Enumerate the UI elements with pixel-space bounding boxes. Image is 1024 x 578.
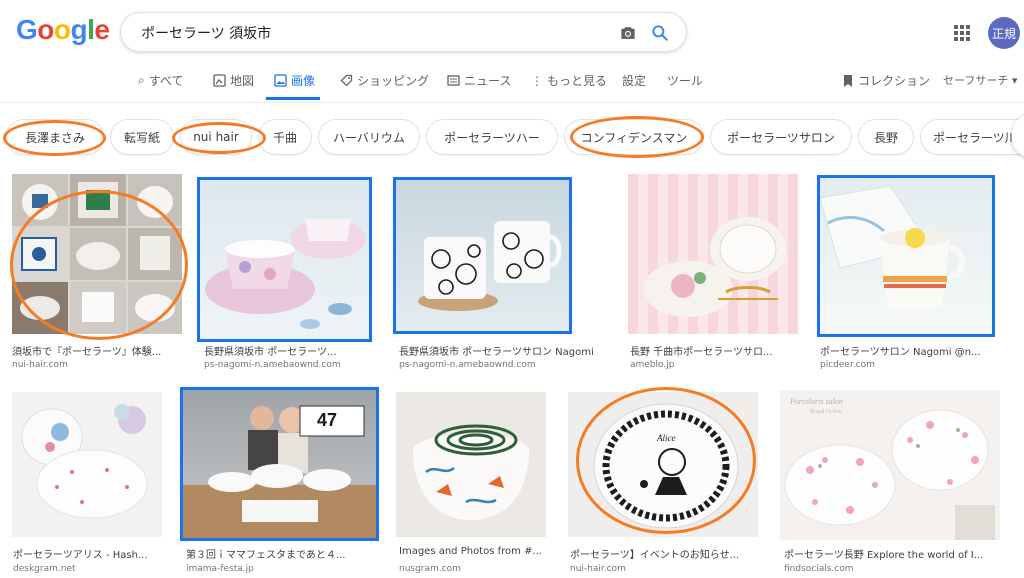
- tab-news[interactable]: ニュース: [447, 72, 511, 89]
- camera-icon[interactable]: [618, 23, 638, 43]
- result-source: ameblo.jp: [630, 360, 675, 370]
- tab-more[interactable]: ⋮ もっと見る: [531, 72, 607, 89]
- result-image[interactable]: Porcelarts salon Royal Ochou: [780, 390, 1000, 540]
- search-icon[interactable]: [650, 23, 670, 43]
- chip[interactable]: nui hair: [180, 119, 252, 155]
- result-caption[interactable]: ポーセラーツ】イベントのお知らせ...: [570, 546, 760, 561]
- chip[interactable]: 千曲: [258, 119, 312, 155]
- bowl-photo: [643, 217, 786, 317]
- tab-label: もっと見る: [547, 74, 608, 88]
- logo-letter: G: [16, 14, 38, 45]
- collection-label: コレクション: [858, 74, 931, 88]
- result-image[interactable]: [820, 178, 992, 334]
- alice-plate-photo: [593, 403, 739, 529]
- result-caption[interactable]: 須坂市で『ポーセラーツ』体験...: [12, 343, 182, 358]
- tab-label: 地図: [230, 74, 255, 88]
- result-caption[interactable]: 長野県須坂市 ポーセラーツサロン Nagomi: [399, 343, 599, 358]
- result-source: picdeer.com: [820, 360, 875, 370]
- chip[interactable]: 転写紙: [110, 119, 174, 155]
- chip[interactable]: 長澤まさみ: [6, 119, 104, 155]
- logo-letter: l: [87, 14, 95, 45]
- result-source: nui-hair.com: [12, 360, 68, 370]
- result-source: findsocials.com: [784, 564, 854, 574]
- result-image[interactable]: [396, 179, 569, 332]
- family-photo: [182, 405, 376, 538]
- collection-link[interactable]: コレクション: [842, 72, 930, 89]
- result-caption[interactable]: 長野県須坂市 ポーセラーツ...: [204, 343, 372, 358]
- bookmark-icon: [844, 74, 852, 87]
- tab-label: 設定: [622, 74, 647, 88]
- result-caption[interactable]: ポーセラーツアリス - Hash...: [13, 546, 173, 561]
- news-icon: [447, 75, 460, 86]
- chip[interactable]: コンフィデンスマン: [564, 119, 704, 155]
- apps-grid-icon[interactable]: [953, 24, 971, 42]
- watermark-text: Porcelarts salon: [790, 397, 843, 406]
- tab-all[interactable]: ⌕ すべて: [138, 72, 183, 89]
- result-caption[interactable]: ポーセラーツサロン Nagomi @n...: [820, 343, 996, 358]
- chip[interactable]: 長野: [858, 119, 914, 155]
- result-source: nui-hair.com: [570, 564, 626, 574]
- tab-label: ツール: [667, 74, 704, 88]
- tab-label: ニュース: [464, 74, 512, 88]
- result-caption[interactable]: 長野 千曲市ポーセラーツサロ...: [630, 343, 800, 358]
- safesearch-toggle[interactable]: セーフサーチ ▾: [943, 72, 1017, 88]
- result-source: imama-festa.jp: [186, 564, 254, 574]
- search-tabs: ⌕ すべて 地図 画像 ショッピング ニュース ⋮ もっと見る 設定 ツール コ…: [0, 68, 1024, 100]
- result-caption[interactable]: Images and Photos from #...: [399, 546, 559, 557]
- tab-images[interactable]: 画像: [274, 72, 315, 89]
- more-vert-icon: ⋮: [531, 73, 543, 88]
- teacup-photo: [205, 219, 366, 329]
- result-source: ps-nagomi-n.amebaownd.com: [399, 360, 536, 370]
- result-image[interactable]: [12, 174, 182, 334]
- result-caption[interactable]: ポーセラーツ長野 Explore the world of I...: [784, 546, 994, 561]
- result-image[interactable]: [396, 392, 546, 537]
- pot-photo: [413, 424, 529, 520]
- tab-label: すべて: [148, 74, 184, 88]
- active-tab-indicator: [266, 97, 320, 100]
- logo-letter: e: [94, 14, 110, 45]
- chip[interactable]: ハーバリウム: [318, 119, 420, 155]
- google-logo[interactable]: Google: [16, 14, 110, 46]
- tab-tools[interactable]: ツール: [667, 72, 703, 89]
- search-icon: ⌕: [138, 73, 145, 87]
- result-image[interactable]: [12, 392, 162, 537]
- search-box[interactable]: ポーセラーツ 須坂市: [120, 12, 687, 52]
- avatar[interactable]: 正規: [988, 17, 1020, 49]
- result-image[interactable]: 47: [182, 390, 376, 538]
- result-caption[interactable]: 第３回ｉママフェスタまであと４...: [186, 546, 376, 561]
- header-divider: [0, 102, 1024, 103]
- safesearch-label: セーフサーチ ▾: [943, 74, 1018, 87]
- logo-letter: o: [53, 14, 71, 45]
- watermark-text-2: Royal Ochou: [810, 409, 842, 415]
- cup-photo: [820, 185, 965, 308]
- logo-letter: o: [37, 14, 54, 45]
- chip[interactable]: ポーセラーツハー: [426, 119, 558, 155]
- tab-maps[interactable]: 地図: [213, 72, 254, 89]
- map-icon: [213, 74, 226, 87]
- tab-label: 画像: [291, 74, 316, 88]
- result-source: deskgram.net: [13, 564, 76, 574]
- tab-shopping[interactable]: ショッピング: [340, 72, 429, 89]
- plate-text: Alice: [657, 433, 676, 443]
- result-image[interactable]: Alice: [568, 392, 758, 537]
- logo-letter: g: [70, 14, 88, 45]
- image-collage: [12, 174, 182, 334]
- result-source: ps-nagomi-n.amebaownd.com: [204, 360, 341, 370]
- image-icon: [274, 74, 287, 87]
- search-input[interactable]: ポーセラーツ 須坂市: [141, 23, 271, 43]
- result-source: nusgram.com: [399, 564, 461, 574]
- tab-settings[interactable]: 設定: [622, 72, 646, 89]
- result-image[interactable]: [200, 179, 370, 339]
- chip[interactable]: ポーセラーツ川: [920, 119, 1024, 155]
- result-image[interactable]: [628, 174, 798, 334]
- chip[interactable]: ポーセラーツサロン: [710, 119, 852, 155]
- sign-number: 47: [317, 410, 338, 430]
- plates-photo: [21, 404, 148, 519]
- tab-label: ショッピング: [357, 74, 430, 88]
- tag-icon: [340, 74, 353, 87]
- mugs-photo: [418, 221, 562, 311]
